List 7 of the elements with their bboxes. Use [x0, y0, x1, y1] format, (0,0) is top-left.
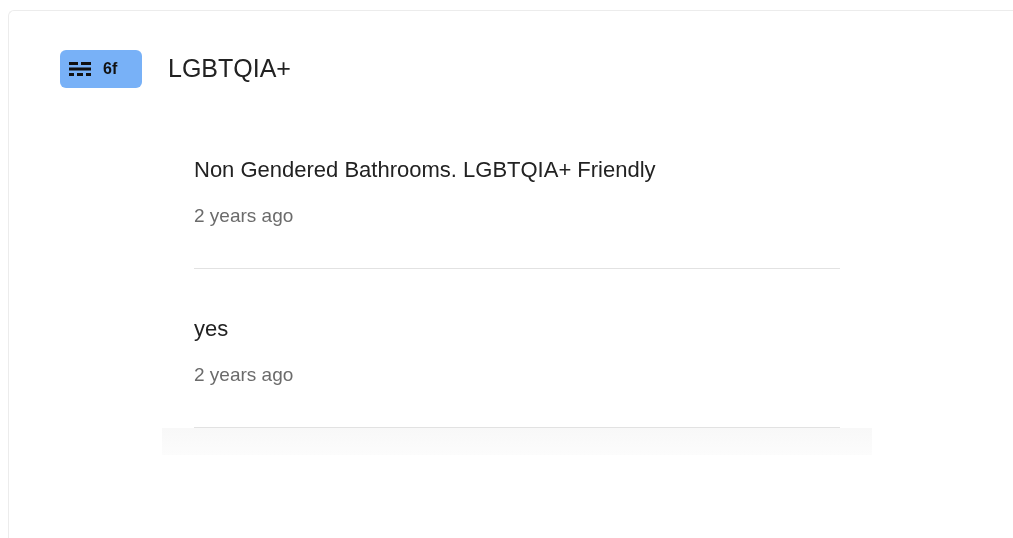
- tag-label: 6f: [103, 59, 118, 79]
- comment-text: Non Gendered Bathrooms. LGBTQIA+ Friendly: [194, 156, 657, 184]
- comment-text: yes: [194, 315, 230, 343]
- lines-icon: [69, 62, 91, 76]
- comment-time: 2 years ago: [194, 204, 295, 228]
- section-title: LGBTQIA+: [168, 53, 291, 85]
- comment-time: 2 years ago: [194, 363, 295, 387]
